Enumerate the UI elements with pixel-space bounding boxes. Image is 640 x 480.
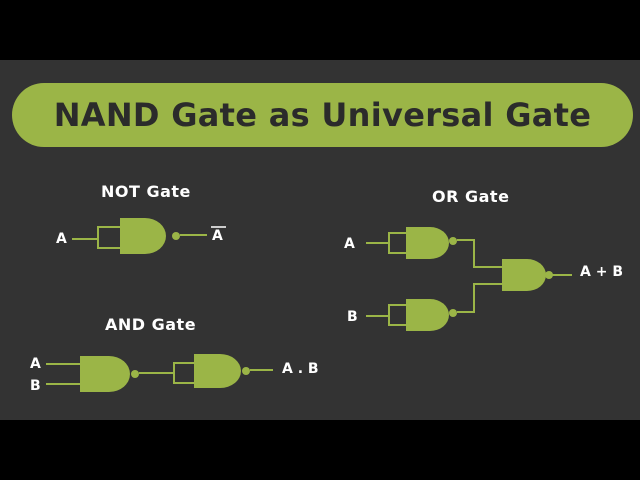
or-output-label: A + B [580, 264, 623, 280]
and-input-b-label: B [30, 378, 41, 394]
and-second-nand-gate [194, 354, 250, 388]
or-second-nand-gate [406, 299, 457, 331]
or-input-b-label: B [347, 309, 358, 325]
or-input-a-label: A [344, 236, 355, 252]
not-nand-gate [120, 218, 180, 254]
and-output-label: A . B [282, 361, 319, 377]
not-input-label: A [56, 231, 67, 247]
or-first-nand-gate [406, 227, 457, 259]
not-output-label: A [212, 228, 223, 244]
or-output-nand-gate [502, 259, 553, 291]
diagram-canvas: NAND Gate as Universal Gate NOT Gate AND… [0, 0, 640, 480]
circuit-drawings [46, 218, 572, 392]
and-first-nand-gate [80, 356, 139, 392]
and-input-a-label: A [30, 356, 41, 372]
